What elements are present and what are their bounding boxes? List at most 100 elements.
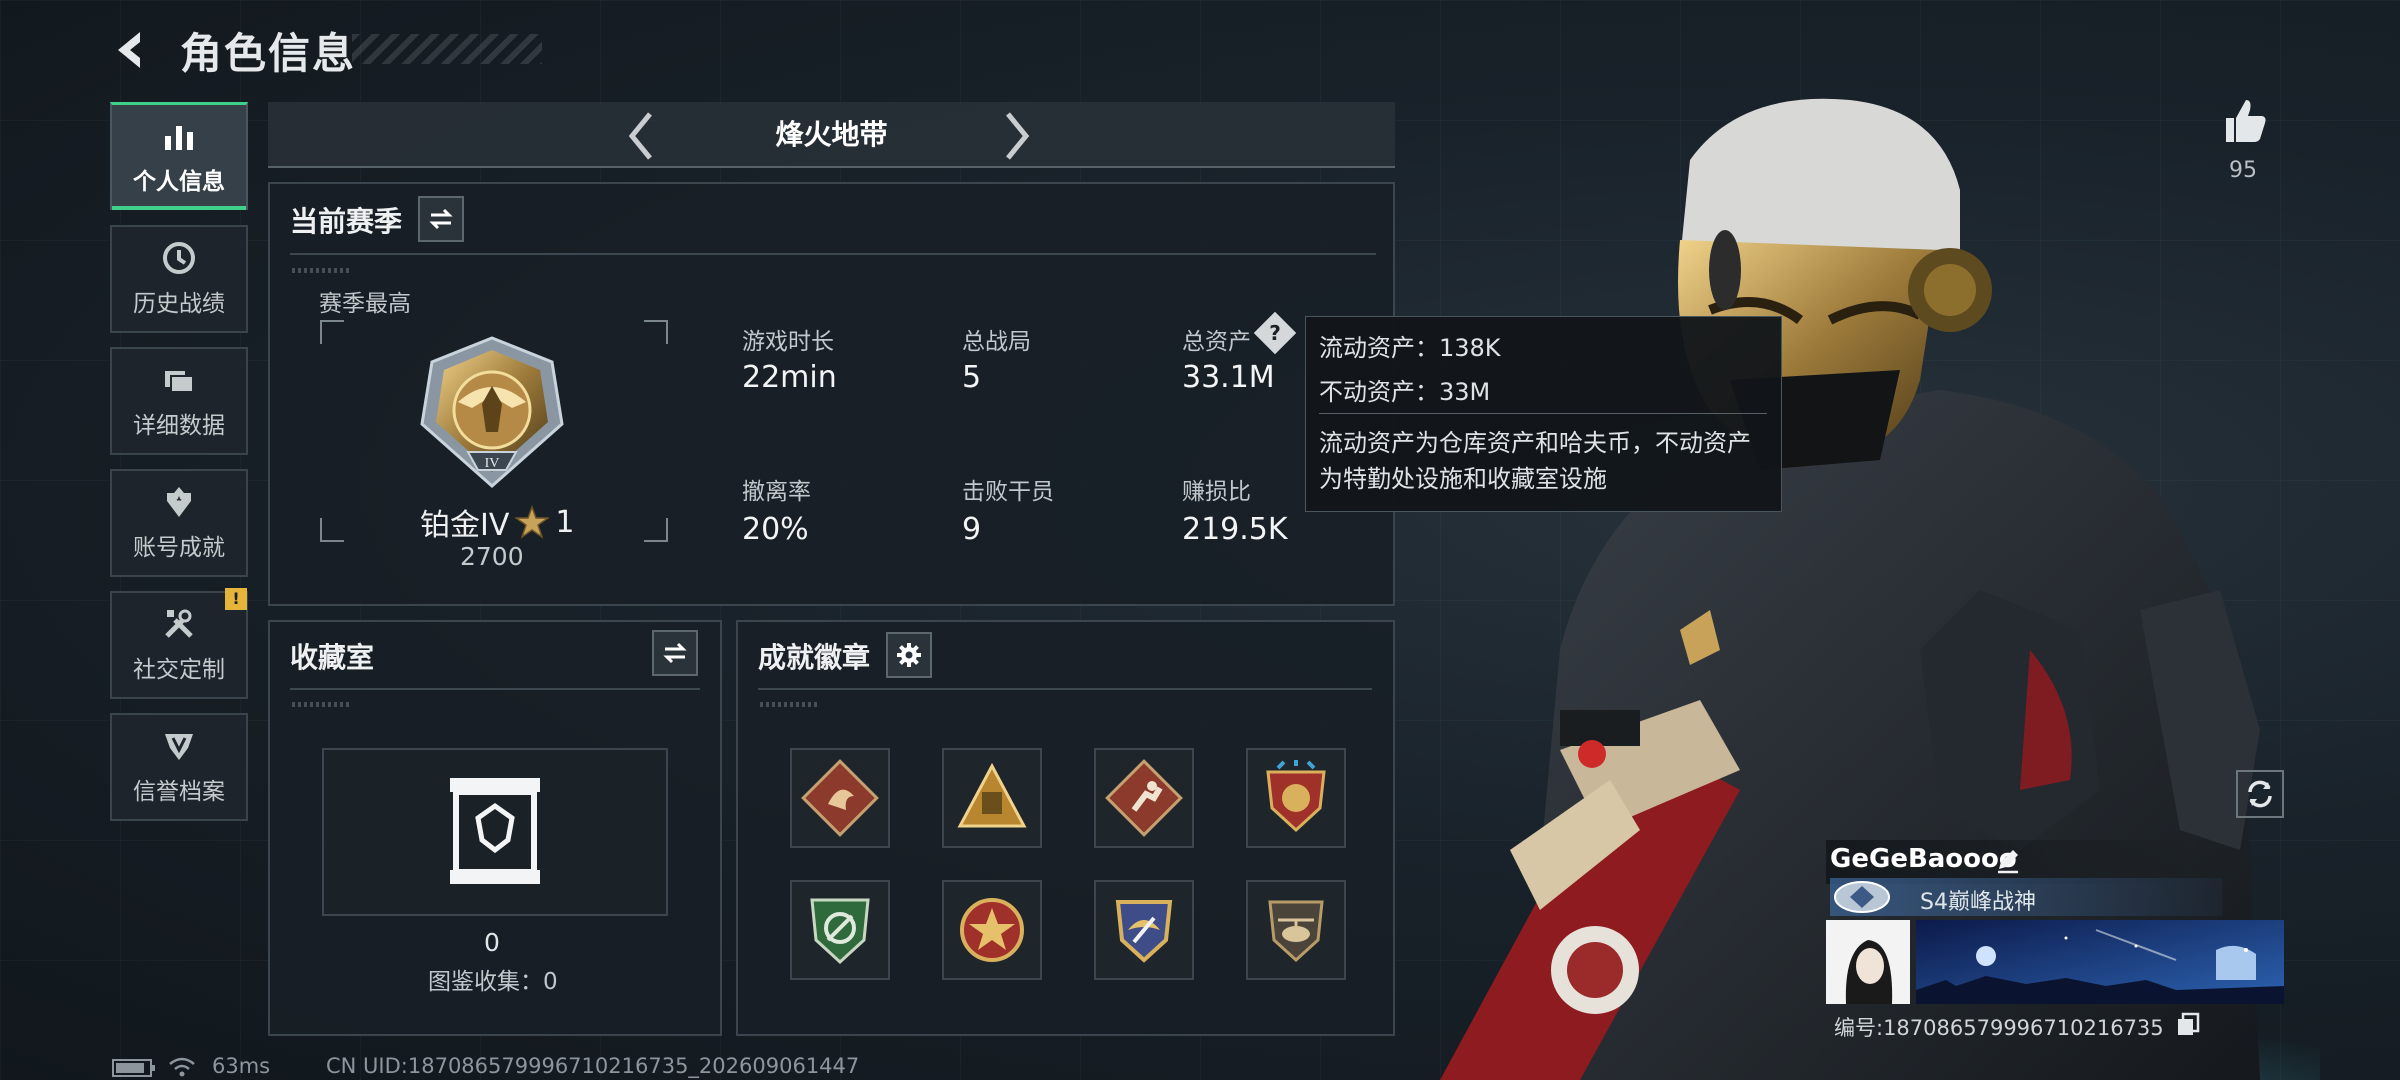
stat-value: 9 bbox=[962, 512, 982, 547]
sidebar-item-details[interactable]: 详细数据 bbox=[110, 347, 248, 455]
stat-value: 20% bbox=[742, 512, 809, 547]
achievement-badge[interactable] bbox=[790, 880, 890, 980]
title-decoration bbox=[352, 34, 542, 64]
divider-ticks bbox=[760, 702, 820, 707]
season-title: 当前赛季 bbox=[290, 205, 403, 238]
rank-numeral: IV bbox=[485, 456, 500, 471]
helicopter-badge-icon bbox=[1268, 900, 1324, 963]
cn-uid: CN UID:18708657999671021673​5_2026090614… bbox=[326, 1054, 860, 1078]
tooltip-fixed-assets: 不动资产：33M bbox=[1319, 378, 1491, 406]
stat-label: 总资产 bbox=[1182, 329, 1251, 355]
rank-name: 铂金IV bbox=[420, 508, 510, 543]
stat-label: 总战局 bbox=[962, 329, 1031, 355]
sidebar-item-personal-info[interactable]: 个人信息 bbox=[110, 102, 248, 210]
tooltip-description: 流动资产为仓库资产和哈夫币，不动资产 bbox=[1319, 429, 1751, 457]
stat-label: 击败干员 bbox=[962, 479, 1054, 505]
back-arrow-icon[interactable] bbox=[110, 28, 154, 72]
divider bbox=[290, 688, 700, 690]
achievement-badge[interactable] bbox=[1246, 748, 1346, 848]
stat-label: 撤离率 bbox=[742, 479, 811, 505]
sidebar-item-reputation[interactable]: 信誉档案 bbox=[110, 713, 248, 821]
stat-value: 33.1M bbox=[1182, 360, 1275, 395]
stat-label: 赚损比 bbox=[1182, 479, 1251, 505]
swap-arrows-icon bbox=[429, 208, 453, 230]
wifi-icon bbox=[169, 1057, 195, 1077]
stat-value: 22min bbox=[742, 360, 837, 395]
refresh-icon bbox=[2248, 780, 2272, 808]
copy-icon[interactable] bbox=[2176, 1012, 2200, 1036]
swap-arrows-icon bbox=[663, 642, 687, 664]
notification-badge: ! bbox=[225, 588, 247, 610]
platinum-rank-emblem-icon: IV bbox=[420, 336, 564, 489]
frame-corner bbox=[320, 518, 344, 542]
player-name: GeGeBaoooo bbox=[1830, 844, 2017, 874]
sidebar-item-achievements[interactable]: 账号成就 bbox=[110, 469, 248, 577]
achievement-badge[interactable] bbox=[1246, 880, 1346, 980]
refresh-button[interactable] bbox=[2236, 770, 2284, 818]
chevron-right-icon[interactable] bbox=[996, 106, 1036, 166]
achievement-badge[interactable] bbox=[942, 880, 1042, 980]
tooltip-description: 为特勤处设施和收藏室设施 bbox=[1319, 465, 1607, 493]
divider-ticks bbox=[292, 268, 352, 273]
codex-progress: 图鉴收集：0 bbox=[428, 969, 558, 995]
tooltip-divider bbox=[1319, 413, 1767, 414]
sidebar-item-label: 信誉档案 bbox=[133, 779, 225, 805]
page-title: 角色信息 bbox=[180, 29, 357, 78]
tooltip-liquid-assets: 流动资产：138K bbox=[1319, 334, 1501, 362]
achievement-badge[interactable] bbox=[790, 748, 890, 848]
sidebar-item-label: 历史战绩 bbox=[133, 291, 225, 317]
star-icon bbox=[515, 505, 550, 539]
player-banner-image bbox=[1916, 920, 2284, 1004]
wing-crest-badge-icon bbox=[1115, 900, 1173, 963]
runner-badge-icon bbox=[1105, 759, 1183, 837]
sidebar-item-label: 社交定制 bbox=[133, 657, 225, 683]
green-crest-badge-icon bbox=[810, 898, 870, 965]
collection-switch-button[interactable] bbox=[652, 630, 698, 676]
frame-corner bbox=[644, 518, 668, 542]
divider-ticks bbox=[292, 702, 352, 707]
achievements-settings-button[interactable] bbox=[886, 632, 932, 678]
divider bbox=[290, 253, 1376, 255]
achievement-badge[interactable] bbox=[1094, 748, 1194, 848]
stat-value: 219.5K bbox=[1182, 512, 1288, 547]
dragon-badge-icon bbox=[801, 759, 879, 837]
achievement-badge[interactable] bbox=[942, 748, 1042, 848]
collection-title: 收藏室 bbox=[290, 641, 375, 674]
rank-score: 2700 bbox=[460, 542, 524, 571]
achievement-badge[interactable] bbox=[1094, 880, 1194, 980]
folder-icon bbox=[165, 371, 194, 393]
collection-count: 0 bbox=[484, 928, 500, 957]
mode-title: 烽火地带 bbox=[775, 118, 888, 151]
rank-stars: 1 bbox=[555, 504, 575, 540]
peak-rank-crest-icon bbox=[1834, 881, 1890, 913]
gear-icon bbox=[897, 643, 921, 667]
bar-chart-icon bbox=[165, 125, 193, 150]
chevron-left-icon[interactable] bbox=[622, 106, 662, 166]
sidebar-item-label: 账号成就 bbox=[133, 535, 225, 561]
rank-line: 铂金IV 1 bbox=[420, 500, 574, 544]
frame-corner bbox=[320, 320, 344, 344]
season-switch-button[interactable] bbox=[418, 196, 464, 242]
help-glyph: ? bbox=[1269, 321, 1281, 345]
shield-star-badge-icon bbox=[1266, 760, 1326, 833]
stat-label: 游戏时长 bbox=[742, 329, 834, 355]
stat-value: 5 bbox=[962, 360, 982, 395]
achievements-title: 成就徽章 bbox=[758, 641, 871, 674]
asset-tooltip: 流动资产：138K 不动资产：33M 流动资产为仓库资产和哈夫币，不动资产 为特… bbox=[1305, 316, 1782, 512]
sidebar-item-label: 详细数据 bbox=[133, 413, 225, 439]
achievement-medal-icon bbox=[167, 487, 191, 517]
season-best-label: 赛季最高 bbox=[319, 291, 411, 317]
player-id: 编号:18708657999671021673​5 bbox=[1834, 1016, 2164, 1040]
clock-history-icon bbox=[163, 242, 195, 274]
star-medal-badge-icon bbox=[960, 898, 1024, 962]
sidebar-item-history[interactable]: 历史战绩 bbox=[110, 225, 248, 333]
network-latency: 63ms bbox=[212, 1054, 271, 1078]
player-avatar[interactable] bbox=[1826, 920, 1910, 1004]
edit-pencil-icon[interactable] bbox=[1994, 846, 2022, 874]
display-case-icon bbox=[450, 778, 540, 884]
pyramid-badge-icon bbox=[957, 762, 1027, 828]
divider bbox=[758, 688, 1372, 690]
tools-icon bbox=[165, 609, 193, 638]
reputation-shield-icon bbox=[165, 734, 193, 760]
thumbs-up-icon[interactable] bbox=[2220, 96, 2270, 146]
